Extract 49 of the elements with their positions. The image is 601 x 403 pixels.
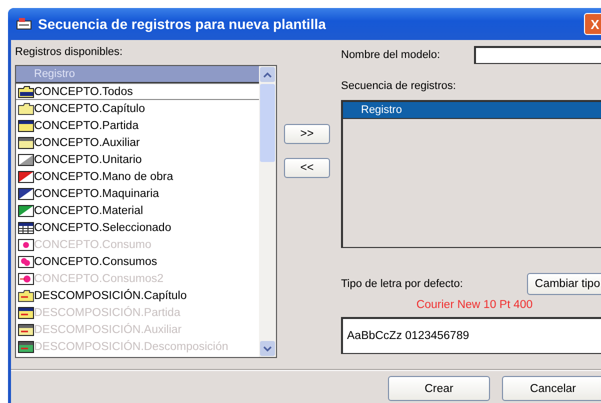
record-type-icon — [18, 272, 34, 284]
record-type-icon — [18, 170, 34, 182]
move-button[interactable]: << — [284, 158, 330, 178]
folder-icon — [18, 102, 34, 114]
sequence-label: Secuencia de registros: — [341, 80, 457, 92]
record-item[interactable]: CONCEPTO.Auxiliar — [16, 134, 259, 151]
record-item[interactable]: CONCEPTO.Maquinaria — [16, 185, 259, 202]
change-font-button[interactable]: Cambiar tipo — [527, 273, 601, 295]
scroll-down-button[interactable] — [260, 341, 275, 356]
column-header: Registro — [343, 102, 601, 119]
scroll-thumb[interactable] — [260, 84, 275, 162]
scroll-up-button[interactable] — [260, 67, 275, 82]
cancel-button[interactable]: Cancelar — [502, 376, 601, 401]
record-type-icon — [18, 222, 34, 234]
folder-icon — [18, 290, 34, 302]
record-type-icon — [18, 306, 34, 318]
record-type-icon — [18, 340, 34, 352]
folder-icon — [18, 86, 34, 98]
record-item[interactable]: CONCEPTO.Todos — [16, 83, 259, 100]
record-item[interactable]: CONCEPTO.Material — [16, 202, 259, 219]
available-records-label: Registros disponibles: — [15, 46, 124, 58]
font-sample: AaBbCcZz 0123456789 — [341, 317, 601, 354]
model-name-label: Nombre del modelo: — [341, 49, 440, 61]
record-item[interactable]: CONCEPTO.Mano de obra — [16, 168, 259, 185]
record-type-icon — [18, 256, 34, 268]
record-item[interactable]: DESCOMPOSICIÓN.Capítulo — [16, 287, 259, 304]
chevron-down-icon — [263, 346, 272, 352]
chevron-up-icon — [263, 72, 272, 78]
font-name: Courier New 10 Pt 400 — [416, 299, 533, 311]
record-item[interactable]: CONCEPTO.Unitario — [16, 151, 259, 168]
app-icon — [16, 17, 32, 31]
window-title: Secuencia de registros para nueva plantilla — [38, 16, 327, 32]
column-header: Registro — [16, 66, 259, 83]
record-type-icon — [18, 324, 34, 336]
record-type-icon — [18, 136, 34, 148]
model-name-field[interactable] — [474, 46, 601, 64]
close-button[interactable]: X — [584, 13, 601, 35]
move-button[interactable]: >> — [284, 124, 330, 144]
record-item[interactable]: CONCEPTO.Seleccionado — [16, 219, 259, 236]
create-button[interactable]: Crear — [388, 376, 490, 401]
record-type-icon — [18, 154, 34, 166]
record-item[interactable]: CONCEPTO.Partida — [16, 117, 259, 134]
record-type-icon — [18, 188, 34, 200]
record-type-icon — [18, 120, 34, 132]
record-item[interactable]: CONCEPTO.Consumos — [16, 253, 259, 270]
default-font-label: Tipo de letra por defecto: — [341, 278, 463, 290]
record-type-icon — [18, 238, 34, 250]
record-type-icon — [18, 204, 34, 216]
record-item[interactable]: CONCEPTO.Capítulo — [16, 100, 259, 117]
